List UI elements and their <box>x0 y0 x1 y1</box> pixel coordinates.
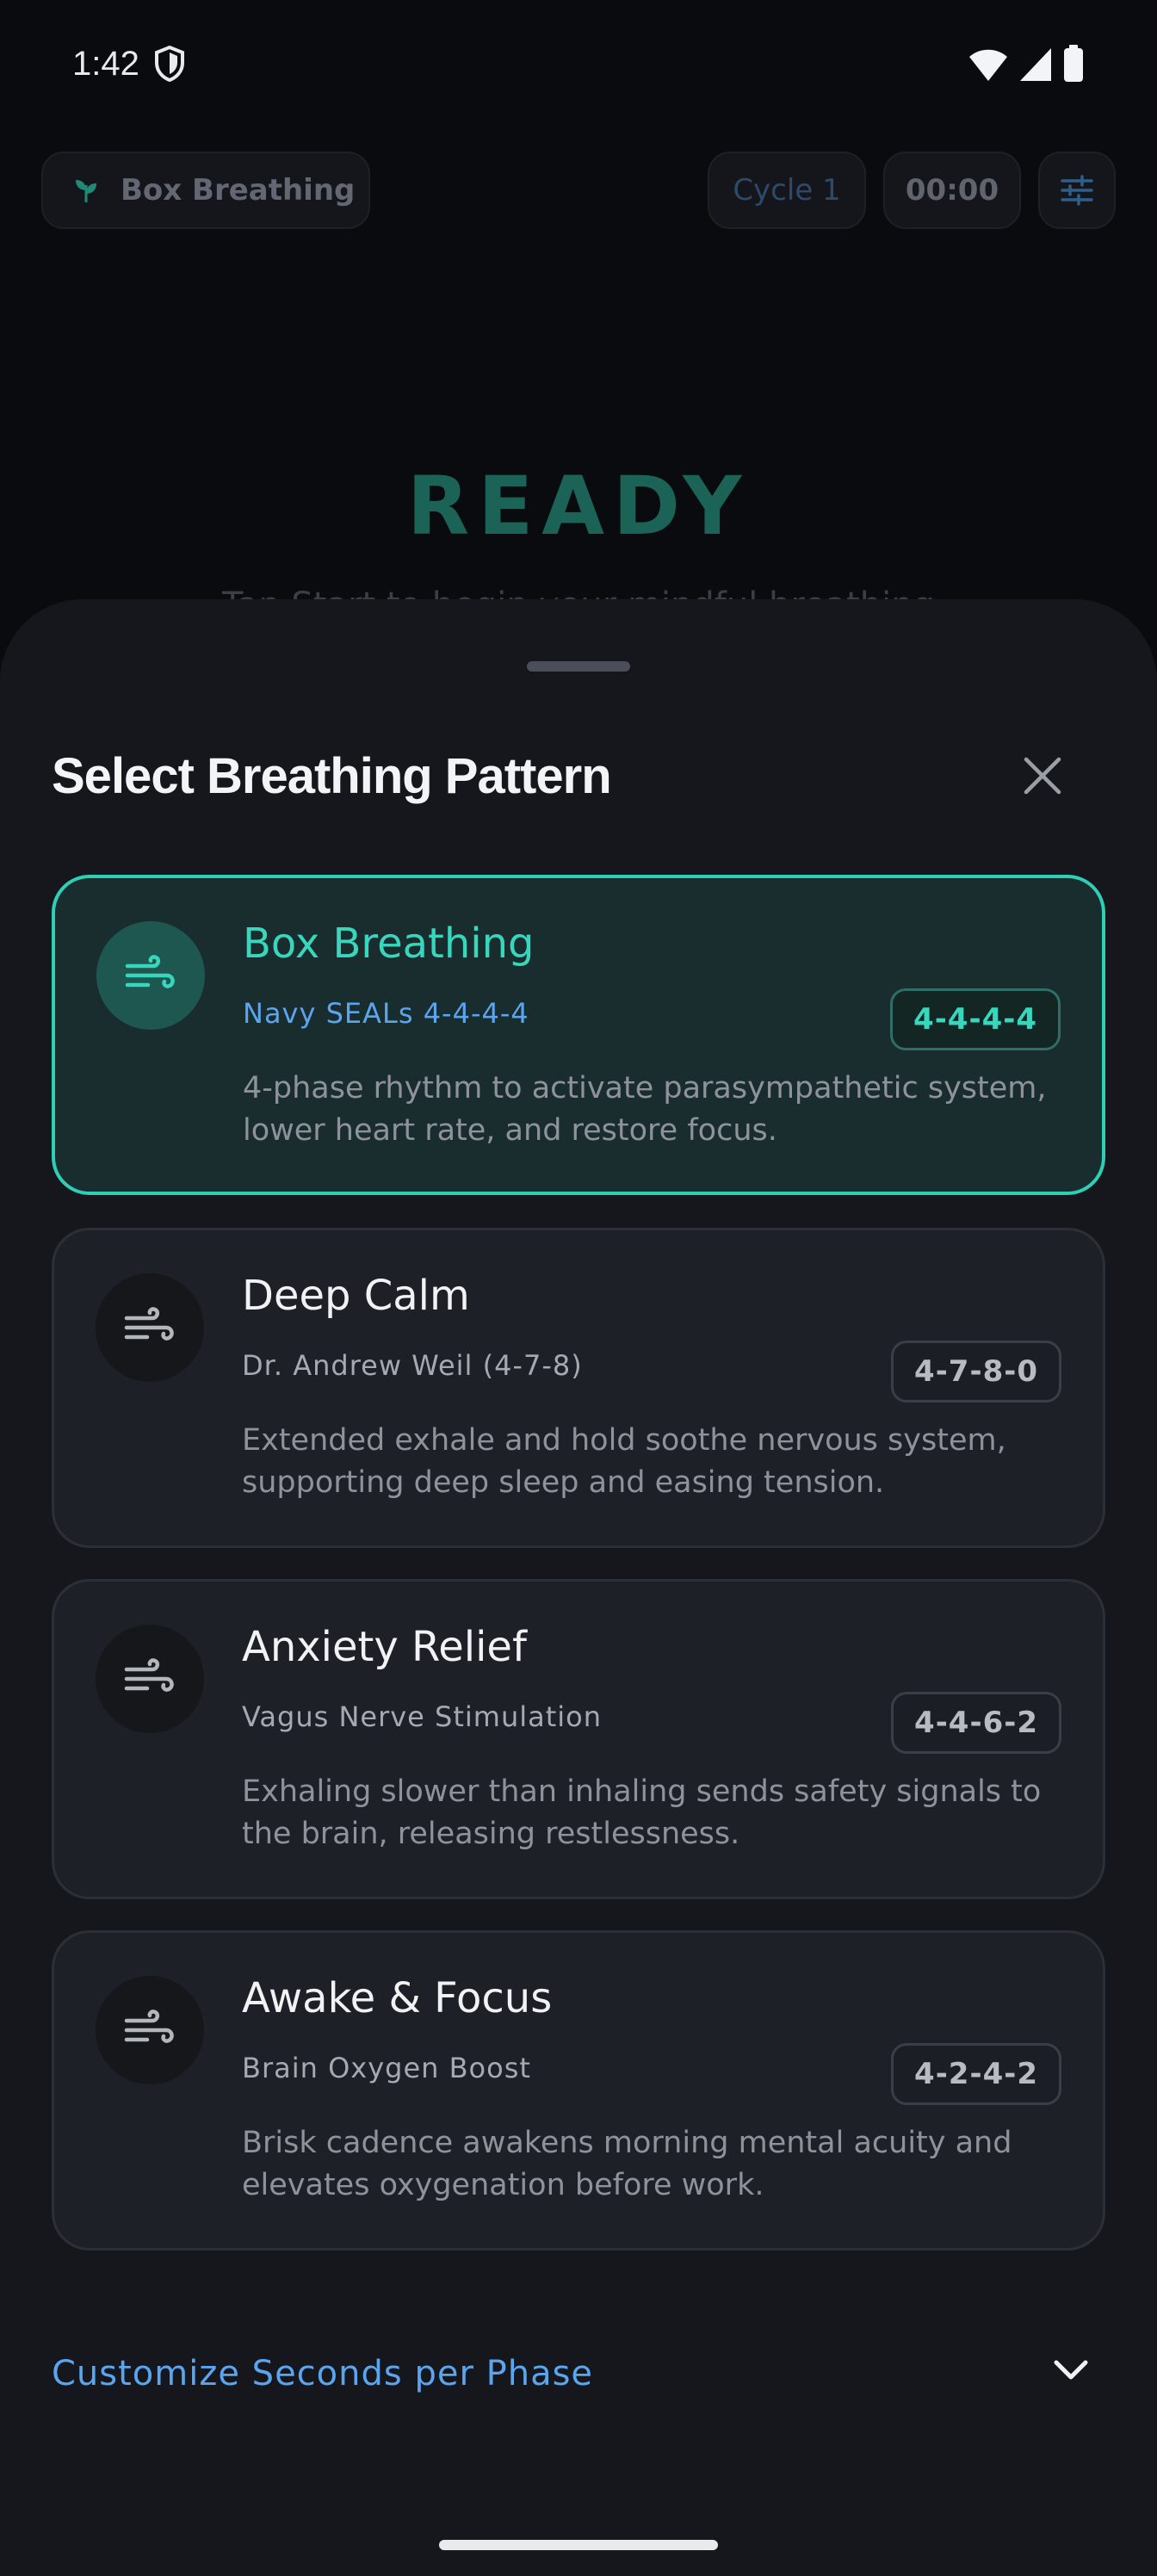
pattern-name: Box Breathing <box>243 920 535 968</box>
settings-button[interactable] <box>1038 152 1116 229</box>
shield-icon <box>153 45 186 86</box>
wind-icon <box>96 1273 204 1382</box>
pattern-description: Brisk cadence awakens morning mental acu… <box>242 2126 1012 2202</box>
wind-icon <box>96 921 205 1030</box>
tune-icon <box>1061 175 1093 206</box>
pattern-source: Brain Oxygen Boost <box>242 2052 531 2084</box>
cycle-pill: Cycle 1 <box>708 152 866 229</box>
pattern-bottom-sheet: Select Breathing Pattern Box Breathing N… <box>0 599 1157 2576</box>
pattern-ratio-badge: 4-7-8-0 <box>891 1341 1061 1403</box>
sheet-title: Select Breathing Pattern <box>52 748 612 804</box>
pattern-description: Exhaling slower than inhaling sends safe… <box>242 1774 1042 1851</box>
timer-value: 00:00 <box>905 173 999 207</box>
wind-icon <box>96 1976 204 2084</box>
sprout-icon <box>76 180 96 202</box>
state-title: READY <box>406 460 751 554</box>
pattern-description: Extended exhale and hold soothe nervous … <box>242 1423 1006 1500</box>
home-indicator[interactable] <box>439 2540 718 2550</box>
battery-icon <box>1064 45 1083 82</box>
pattern-source: Navy SEALs 4-4-4-4 <box>243 997 529 1030</box>
status-time: 1:42 <box>72 45 139 83</box>
sheet-drag-handle[interactable] <box>527 661 630 672</box>
pattern-card-deep-calm[interactable]: Deep Calm Dr. Andrew Weil (4-7-8) 4-7-8-… <box>52 1228 1105 1548</box>
pattern-card-anxiety-relief[interactable]: Anxiety Relief Vagus Nerve Stimulation 4… <box>52 1579 1105 1899</box>
status-bar: 1:42 <box>0 0 1157 129</box>
pattern-ratio-badge: 4-4-6-2 <box>891 1692 1061 1754</box>
pattern-selector-pill[interactable]: Box Breathing <box>41 152 370 229</box>
pattern-card-box-breathing[interactable]: Box Breathing Navy SEALs 4-4-4-4 4-4-4-4… <box>52 875 1105 1195</box>
status-icons <box>962 45 1085 86</box>
close-icon <box>1024 757 1061 795</box>
pattern-pill-label: Box Breathing <box>121 173 356 207</box>
breathing-app-screen: 1:42 Box Breathing Cycle 1 00:00 READY S… <box>0 0 1157 2576</box>
timer-pill: 00:00 <box>883 152 1021 229</box>
pattern-source: Vagus Nerve Stimulation <box>242 1700 603 1733</box>
customize-label: Customize Seconds per Phase <box>52 2354 594 2393</box>
cycle-label: Cycle 1 <box>733 173 841 207</box>
chevron-down-icon <box>1052 2357 1090 2387</box>
pattern-name: Anxiety Relief <box>242 1623 527 1671</box>
pattern-name: Deep Calm <box>242 1272 470 1320</box>
pattern-name: Awake & Focus <box>242 1974 553 2022</box>
wifi-icon <box>968 49 1007 81</box>
pattern-card-awake-focus[interactable]: Awake & Focus Brain Oxygen Boost 4-2-4-2… <box>52 1930 1105 2251</box>
customize-seconds-toggle[interactable]: Customize Seconds per Phase <box>52 2345 1105 2414</box>
close-button[interactable] <box>1012 746 1073 806</box>
pattern-ratio-badge: 4-4-4-4 <box>890 988 1061 1050</box>
pattern-description: 4-phase rhythm to activate parasympathet… <box>243 1071 1047 1148</box>
pattern-ratio-badge: 4-2-4-2 <box>891 2043 1061 2105</box>
pattern-source: Dr. Andrew Weil (4-7-8) <box>242 1349 583 1382</box>
signal-icon <box>1019 48 1051 81</box>
wind-icon <box>96 1625 204 1733</box>
